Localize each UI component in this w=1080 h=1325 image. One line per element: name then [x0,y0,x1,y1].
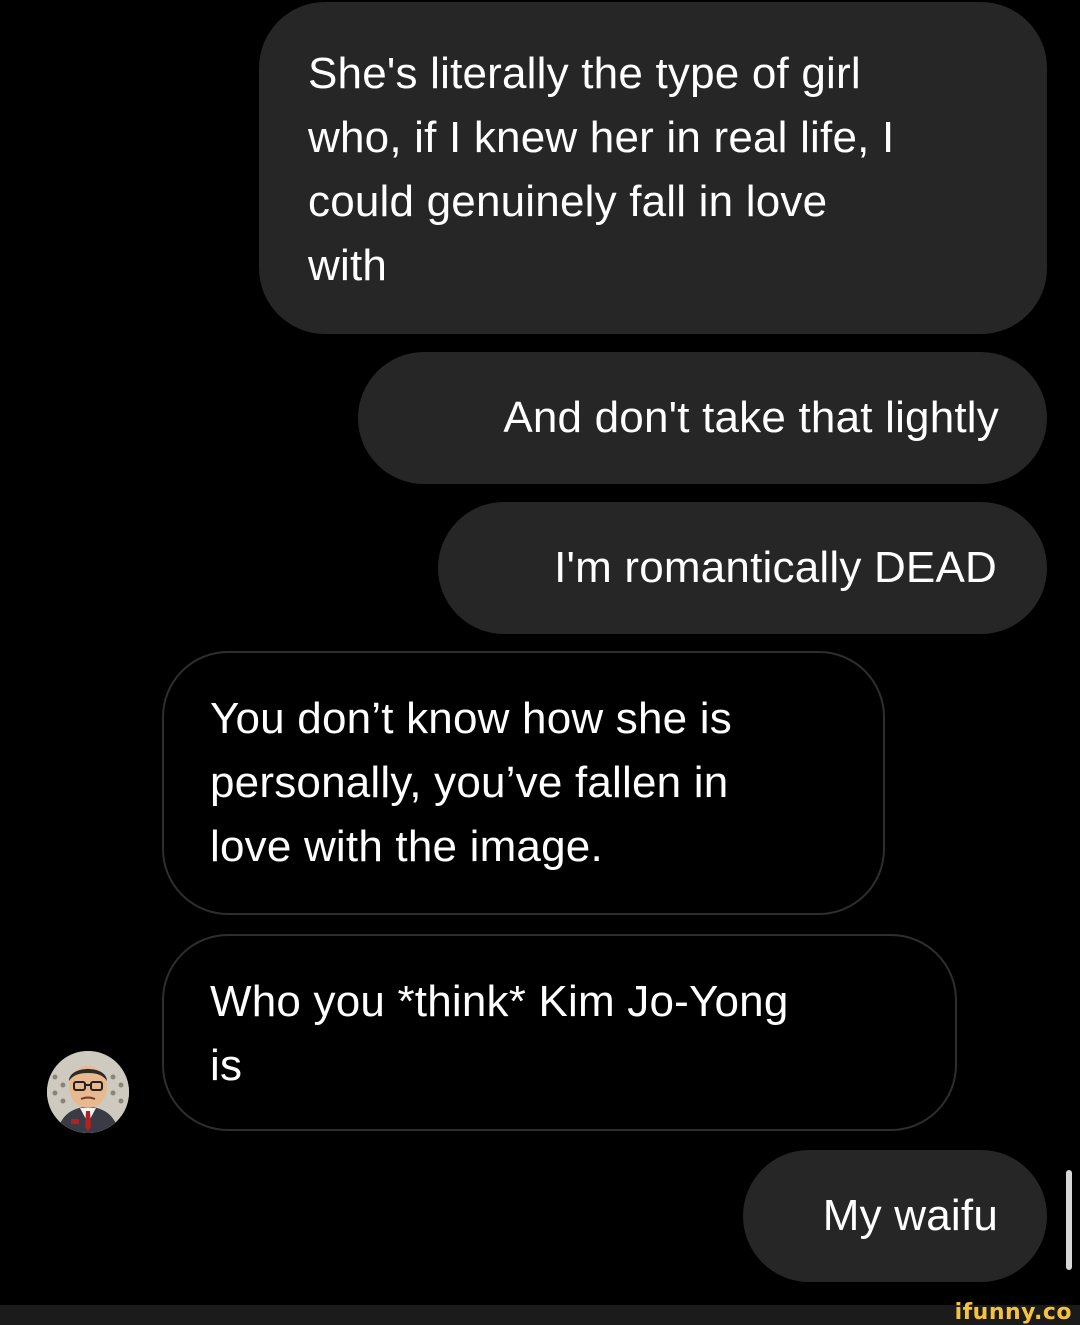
cartoon-avatar-icon [47,1051,129,1133]
sent-message-bubble[interactable]: And don't take that lightly [358,352,1047,484]
received-message-bubble[interactable]: You don’t know how she is personally, yo… [162,651,885,915]
received-message-bubble[interactable]: Who you *think* Kim Jo-Yong is [162,934,957,1131]
sent-message-bubble[interactable]: My waifu [743,1150,1047,1282]
contact-avatar[interactable] [47,1051,129,1133]
scrollbar-thumb[interactable] [1066,1170,1072,1270]
footer-bar [0,1305,1080,1325]
ifunny-watermark: ifunny.co [954,1300,1072,1325]
message-thread[interactable]: She's literally the type of girl who, if… [0,0,1080,1305]
sent-message-bubble[interactable]: She's literally the type of girl who, if… [259,2,1047,334]
sent-message-bubble[interactable]: I'm romantically DEAD [438,502,1047,634]
